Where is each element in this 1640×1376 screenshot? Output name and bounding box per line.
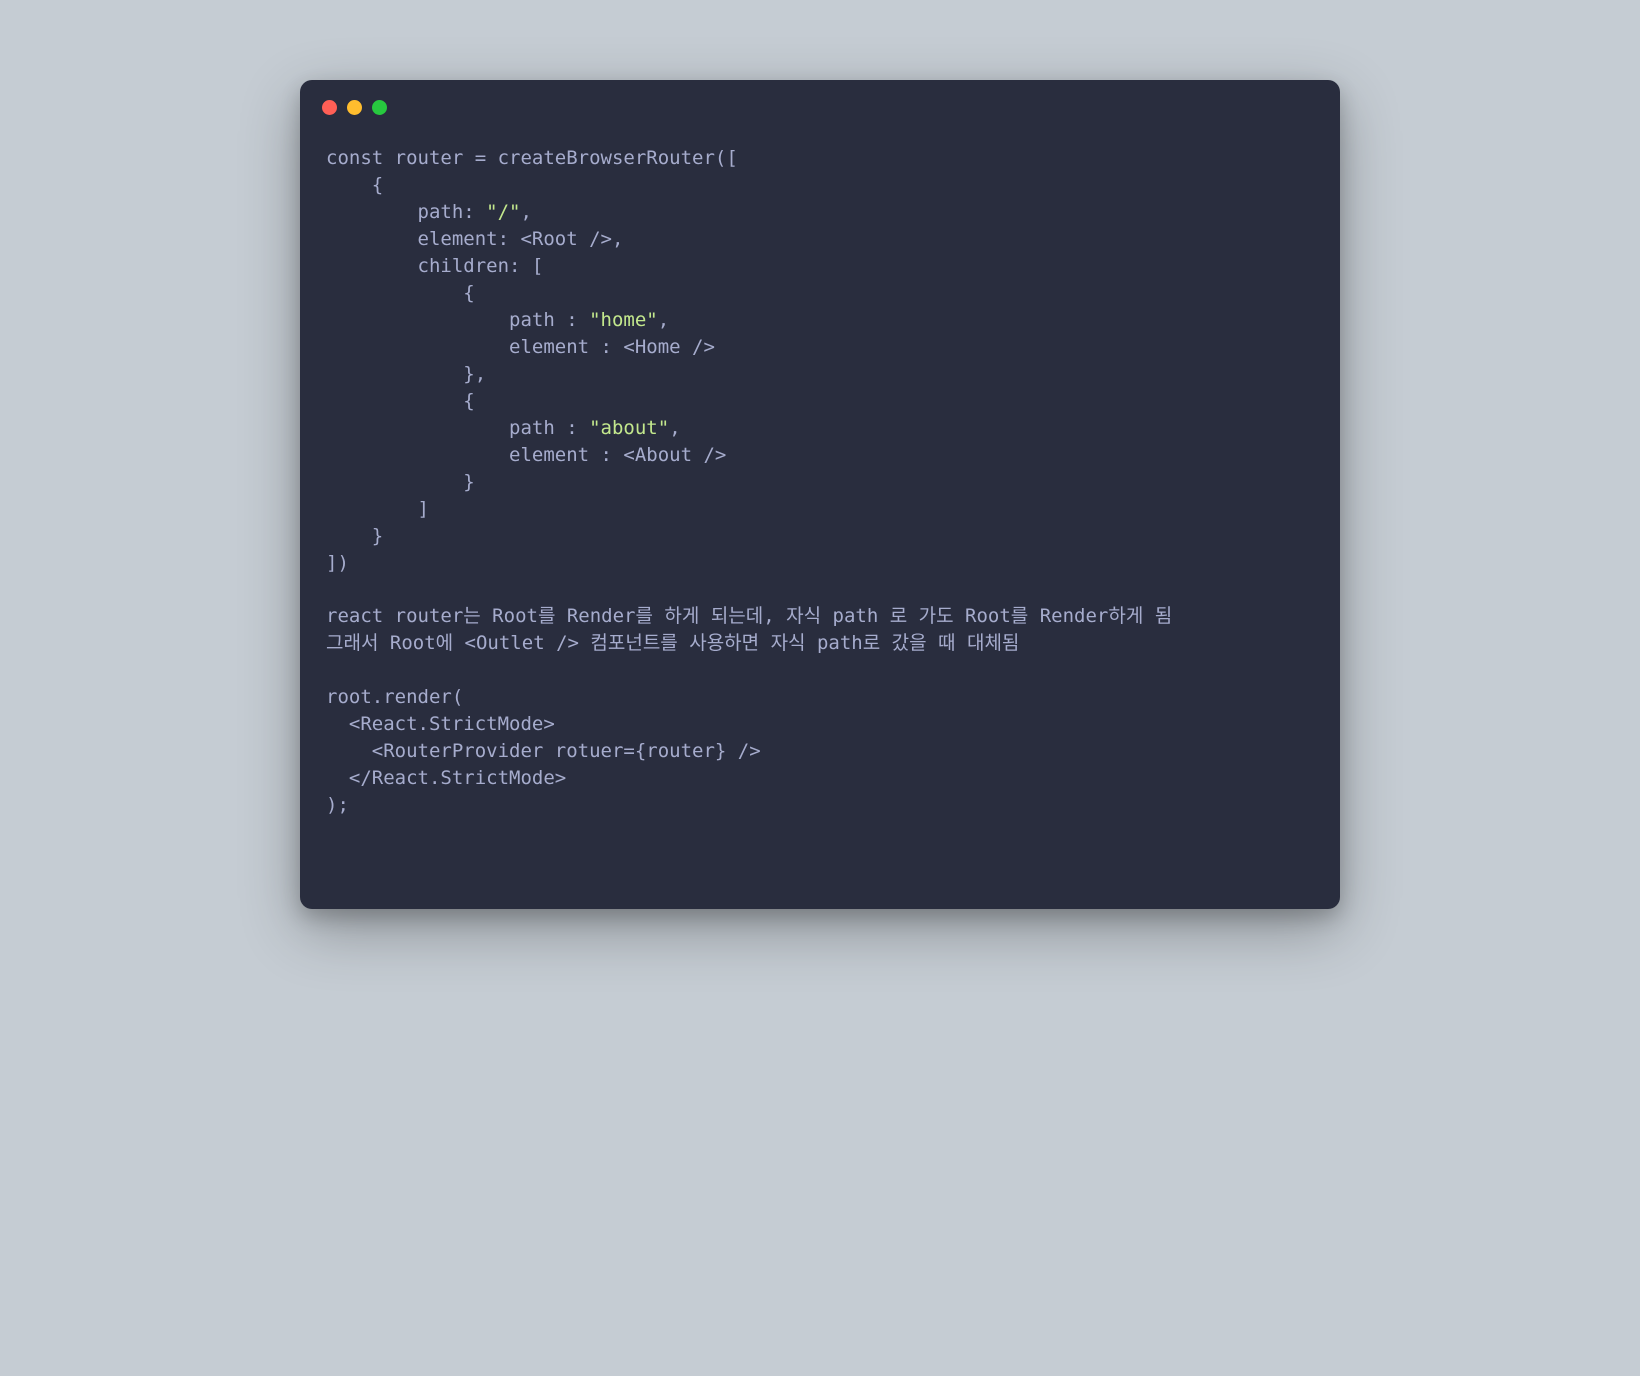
- code-line: ,: [520, 201, 531, 223]
- window-titlebar: [300, 80, 1340, 115]
- code-line: {: [326, 174, 383, 196]
- code-line: {: [326, 282, 475, 304]
- code-string: "/": [486, 201, 520, 223]
- code-line: );: [326, 794, 349, 816]
- code-line: const router = createBrowserRouter([: [326, 147, 738, 169]
- code-line: ,: [669, 417, 680, 439]
- code-line: {: [326, 390, 475, 412]
- code-line: element: <Root />,: [326, 228, 623, 250]
- code-line: path :: [326, 309, 589, 331]
- code-string: "about": [589, 417, 669, 439]
- code-line: path :: [326, 417, 589, 439]
- code-line: react router는 Root를 Render를 하게 되는데, 자식 p…: [326, 605, 1172, 627]
- code-line: <React.StrictMode>: [326, 713, 555, 735]
- code-line: },: [326, 363, 486, 385]
- code-line: root.render(: [326, 686, 463, 708]
- code-line: element : <About />: [326, 444, 726, 466]
- code-string: "home": [589, 309, 658, 331]
- code-line: ]): [326, 552, 349, 574]
- code-line: ,: [658, 309, 669, 331]
- code-line: </React.StrictMode>: [326, 767, 566, 789]
- code-content: const router = createBrowserRouter([ { p…: [300, 115, 1340, 909]
- maximize-icon[interactable]: [372, 100, 387, 115]
- code-window: const router = createBrowserRouter([ { p…: [300, 80, 1340, 909]
- code-line: <RouterProvider rotuer={router} />: [326, 740, 761, 762]
- minimize-icon[interactable]: [347, 100, 362, 115]
- code-line: }: [326, 471, 475, 493]
- code-line: element : <Home />: [326, 336, 715, 358]
- code-line: ]: [326, 498, 429, 520]
- code-line: path:: [326, 201, 486, 223]
- close-icon[interactable]: [322, 100, 337, 115]
- code-line: 그래서 Root에 <Outlet /> 컴포넌트를 사용하면 자식 path로…: [326, 632, 1019, 654]
- code-line: }: [326, 525, 383, 547]
- code-line: children: [: [326, 255, 543, 277]
